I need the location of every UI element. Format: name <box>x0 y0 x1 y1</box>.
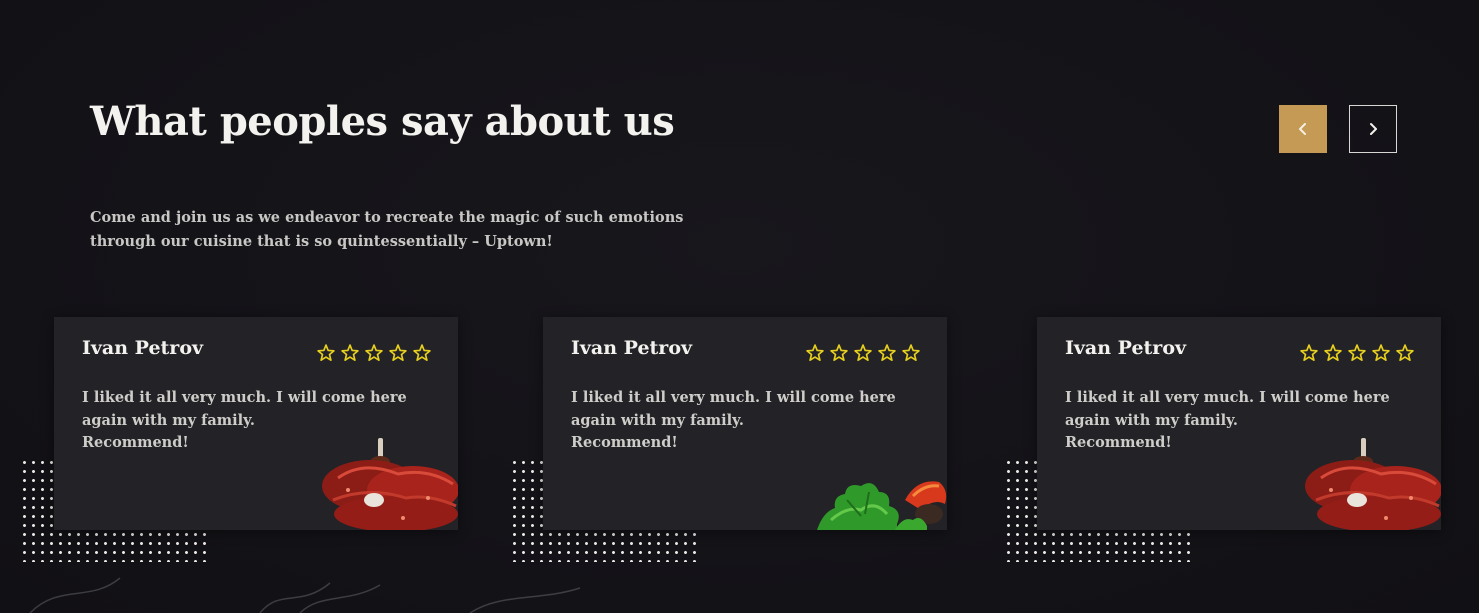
chevron-left-icon <box>1299 123 1306 135</box>
testimonial-card: Ivan Petrov I liked it all very much. I … <box>54 317 458 530</box>
carousel-prev-button[interactable] <box>1279 105 1327 153</box>
dried-tomato-icon <box>1305 438 1441 530</box>
section-subtitle: Come and join us as we endeavor to recre… <box>90 209 684 250</box>
star-rating <box>316 343 432 363</box>
star-icon <box>365 344 383 361</box>
reviewer-name: Ivan Petrov <box>571 337 693 359</box>
star-icon <box>1324 344 1342 361</box>
reviewer-name: Ivan Petrov <box>82 337 204 359</box>
star-icon <box>1348 344 1366 361</box>
star-icon <box>854 344 872 361</box>
chevron-right-icon <box>1370 123 1377 135</box>
section-title: What peoples say about us <box>90 98 675 145</box>
star-icon <box>1372 344 1390 361</box>
star-icon <box>806 344 824 361</box>
dried-tomato-icon <box>322 438 458 530</box>
testimonial-card: Ivan Petrov I liked it all very much. I … <box>543 317 947 530</box>
star-icon <box>317 344 335 361</box>
star-icon <box>902 344 920 361</box>
star-icon <box>341 344 359 361</box>
testimonial-card: Ivan Petrov I liked it all very much. I … <box>1037 317 1441 530</box>
star-icon <box>830 344 848 361</box>
star-icon <box>1300 344 1318 361</box>
star-icon <box>389 344 407 361</box>
star-icon <box>413 344 431 361</box>
testimonials-section: What peoples say about us Come and join … <box>0 0 1479 613</box>
star-icon <box>878 344 896 361</box>
reviewer-name: Ivan Petrov <box>1065 337 1187 359</box>
review-text: I liked it all very much. I will come he… <box>571 389 896 451</box>
star-icon <box>1396 344 1414 361</box>
parsley-pepper-icon <box>817 481 947 530</box>
star-rating <box>805 343 921 363</box>
carousel-next-button[interactable] <box>1349 105 1397 153</box>
background-illustration <box>29 577 581 613</box>
star-rating <box>1299 343 1415 363</box>
